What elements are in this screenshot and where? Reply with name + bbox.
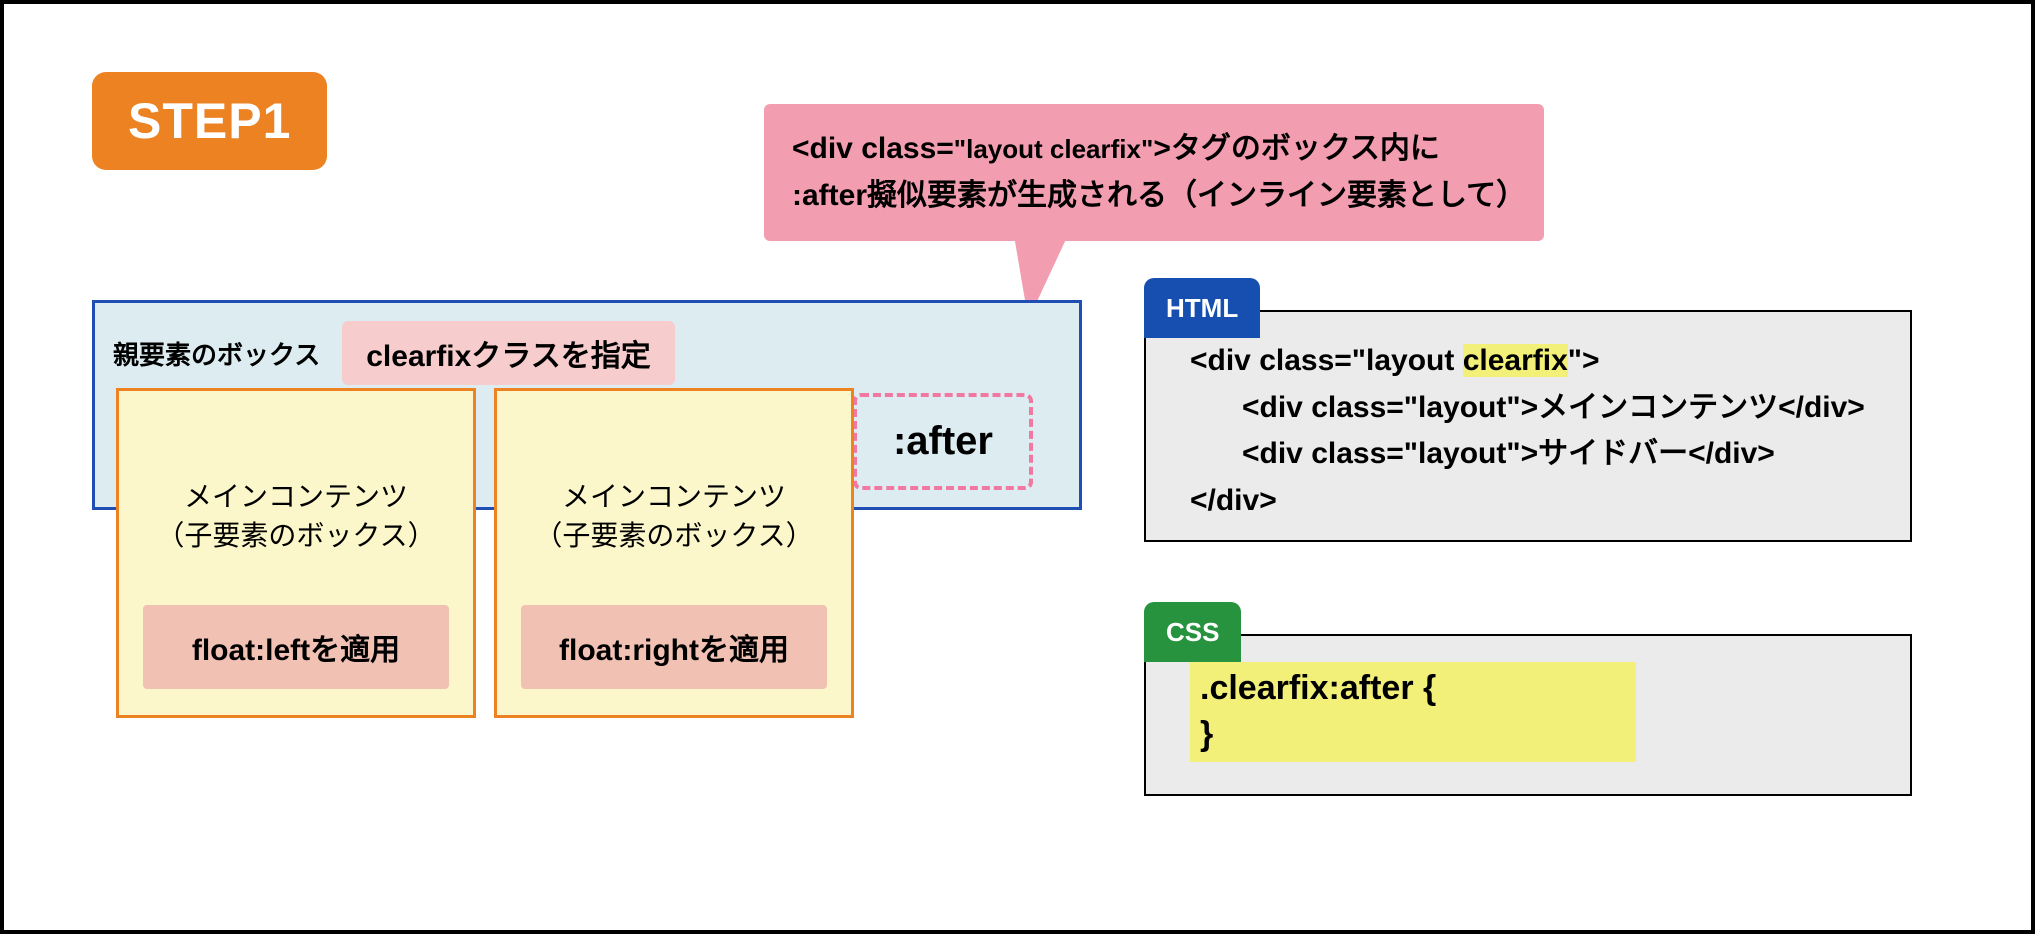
html-line-4: </div> [1190, 478, 1880, 525]
html-code-panel: HTML <div class="layout clearfix"> <div … [1144, 310, 1912, 542]
html-clearfix-highlight: clearfix [1463, 344, 1568, 377]
callout-line-2: :after擬似要素が生成される（インライン要素として） [792, 173, 1516, 220]
html-line-1: <div class="layout clearfix"> [1190, 338, 1880, 385]
callout-bubble: <div class="layout clearfix">タグのボックス内に :… [764, 104, 1544, 241]
parent-box-label: 親要素のボックス [113, 335, 320, 372]
html-line1-post: "> [1568, 344, 1600, 377]
html-line-2: <div class="layout">メインコンテンツ</div> [1190, 385, 1880, 432]
callout-code-suffix: >タグのボックス内に [1153, 132, 1440, 165]
child-right-title: メインコンテンツ （子要素のボックス） [497, 477, 851, 555]
step-badge: STEP1 [92, 72, 327, 170]
after-pseudo-pill: :after [853, 393, 1033, 490]
css-code-panel: CSS .clearfix:after { } [1144, 634, 1912, 796]
child-left-title-line2: （子要素のボックス） [156, 520, 435, 551]
css-code-block: .clearfix:after { } [1190, 662, 1636, 762]
callout-code-prefix: <div class= [792, 132, 954, 165]
child-box-left: メインコンテンツ （子要素のボックス） float:leftを適用 [116, 388, 476, 718]
child-box-right: メインコンテンツ （子要素のボックス） float:rightを適用 [494, 388, 854, 718]
html-line-3: <div class="layout">サイドバー</div> [1190, 431, 1880, 478]
float-left-pill: float:leftを適用 [143, 605, 449, 689]
clearfix-class-pill: clearfixクラスを指定 [342, 321, 674, 385]
callout-line-1: <div class="layout clearfix">タグのボックス内に [792, 126, 1516, 173]
parent-label-row: 親要素のボックス clearfixクラスを指定 [113, 321, 675, 385]
float-right-pill: float:rightを適用 [521, 605, 827, 689]
child-right-title-line2: （子要素のボックス） [534, 520, 813, 551]
css-panel-tag: CSS [1144, 602, 1241, 662]
child-left-title-line1: メインコンテンツ [184, 481, 408, 512]
child-left-title: メインコンテンツ （子要素のボックス） [119, 477, 473, 555]
diagram-canvas: STEP1 <div class="layout clearfix">タグのボッ… [0, 0, 2035, 934]
callout-code-attr: "layout clearfix" [954, 134, 1154, 164]
html-panel-tag: HTML [1144, 278, 1260, 338]
html-line1-pre: <div class="layout [1190, 344, 1463, 377]
child-right-title-line1: メインコンテンツ [562, 481, 786, 512]
